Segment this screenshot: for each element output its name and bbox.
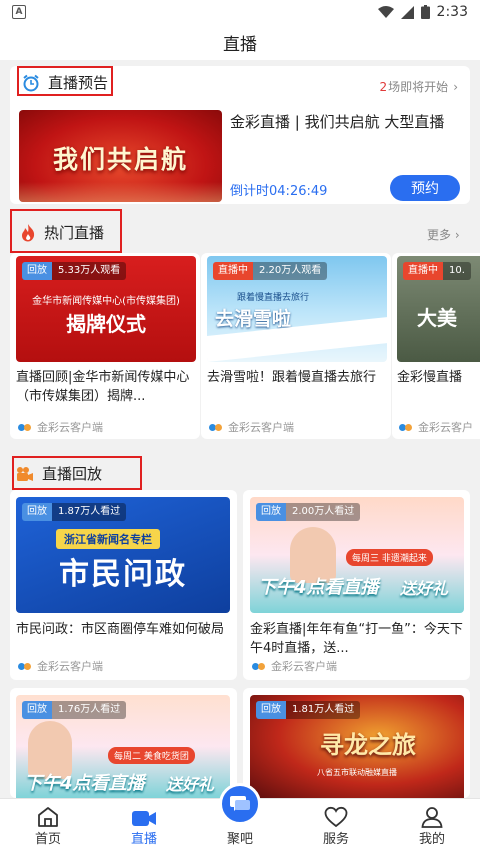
bottom-tab-bar: 首页 直播 聚吧 服务 我的 <box>0 783 480 853</box>
source-label: 金彩云客户端 <box>209 419 294 435</box>
tab-juba[interactable]: 聚吧 <box>192 783 288 853</box>
source-logo-icon <box>18 660 32 672</box>
hot-card-thumbnail: 回放 5.33万人观看 金华市新闻传媒中心(市传媒集团) 揭牌仪式 <box>16 256 196 362</box>
upcoming-count-label: 场即将开始 <box>388 80 449 94</box>
hot-card-caption: 直播回顾|金华市新闻传媒中心（市传媒集团）揭牌... <box>16 370 190 404</box>
status-badge: 回放 5.33万人观看 <box>22 262 127 280</box>
banner-subtitle: 每周三 非遗潮起来 <box>346 549 433 566</box>
banner-title: 大美 <box>417 306 457 330</box>
status-badge: 回放 2.00万人看过 <box>256 503 361 521</box>
source-logo-icon <box>399 421 413 433</box>
status-bar: A 2:33 <box>0 0 480 24</box>
banner-title: 市民问政 <box>59 557 187 592</box>
banner-gift: 送好礼 <box>400 579 449 598</box>
wifi-icon <box>377 5 394 18</box>
tab-label: 首页 <box>34 832 61 847</box>
status-badge: 回放 1.81万人看过 <box>256 701 361 719</box>
signal-icon <box>400 5 414 19</box>
status-badge: 直播中 2.20万人观看 <box>213 262 328 280</box>
source-label: 金彩云客户端 <box>18 419 103 435</box>
chevron-right-icon: › <box>453 79 458 94</box>
preview-thumbnail-text: 我们共启航 <box>52 145 188 174</box>
upcoming-count-link[interactable]: 2 场即将开始 › <box>380 78 458 95</box>
source-label: 金彩云客户端 <box>18 658 103 674</box>
preview-header: 直播预告 <box>22 72 108 93</box>
hot-section-title: 热门直播 <box>44 224 105 242</box>
preview-thumbnail[interactable]: 我们共启航 <box>19 110 222 202</box>
replay-card-thumbnail: 回放 2.00万人看过 每周三 非遗潮起来 下午4点看直播 送好礼 <box>250 497 464 613</box>
banner-title: 去滑雪啦 <box>215 308 292 330</box>
banner-subtitle: 跟着慢直播去旅行 <box>237 293 310 303</box>
replay-section-title: 直播回放 <box>42 465 103 483</box>
tab-service[interactable]: 服务 <box>288 799 384 853</box>
replay-card-thumbnail: 回放 1.76万人看过 每周二 美食吃货团 下午4点看直播 送好礼 <box>16 695 230 798</box>
reserve-button[interactable]: 预约 <box>390 175 460 201</box>
tab-live[interactable]: 直播 <box>96 799 192 853</box>
banner-title: 揭牌仪式 <box>66 312 146 336</box>
upcoming-count: 2 <box>379 79 388 94</box>
countdown-value: 04:26:49 <box>269 184 328 199</box>
hot-card-caption: 金彩慢直播 <box>397 370 463 385</box>
hot-card-thumbnail: 直播中 10. 大美 <box>397 256 480 362</box>
source-label: 金彩云客户 <box>399 419 473 435</box>
banner-title: 下午4点看直播 <box>24 773 145 794</box>
status-badge: 回放 1.87万人看过 <box>22 503 127 521</box>
app-notification-icon: A <box>12 5 26 19</box>
countdown: 倒计时04:26:49 <box>230 180 327 199</box>
page-header: 直播 <box>0 24 480 60</box>
source-logo-icon <box>252 660 266 672</box>
page-title: 直播 <box>223 34 257 55</box>
tab-label: 直播 <box>130 832 157 847</box>
banner-gift: 送好礼 <box>166 775 215 794</box>
replay-header: 直播回放 <box>16 463 102 484</box>
countdown-label: 倒计时 <box>230 184 270 199</box>
banner-subtitle: 浙江省新闻名专栏 <box>56 529 160 549</box>
hot-more-link[interactable]: 更多 › <box>427 226 460 243</box>
status-badge: 直播中 10. <box>403 262 471 280</box>
heart-icon <box>324 806 348 828</box>
flame-icon <box>22 224 35 242</box>
replay-card-thumbnail: 回放 1.87万人看过 浙江省新闻名专栏 市民问政 <box>16 497 230 613</box>
alarm-clock-icon <box>23 74 39 91</box>
hot-card-thumbnail: 直播中 2.20万人观看 跟着慢直播去旅行 去滑雪啦 <box>207 256 387 362</box>
source-logo-icon <box>209 421 223 433</box>
preview-section-title: 直播预告 <box>48 74 109 92</box>
banner-subtitle: 每周二 美食吃货团 <box>108 747 195 764</box>
tab-label: 聚吧 <box>226 832 253 847</box>
banner-title: 下午4点看直播 <box>258 577 379 598</box>
tab-mine[interactable]: 我的 <box>384 799 480 853</box>
video-camera-icon <box>17 466 33 481</box>
status-badge: 回放 1.76万人看过 <box>22 701 127 719</box>
tab-label: 我的 <box>418 832 445 847</box>
replay-card-caption: 金彩直播|年年有鱼“打一鱼”：今天下午4时直播，送... <box>250 622 463 656</box>
tab-label: 服务 <box>322 832 349 847</box>
chat-icon <box>219 783 261 825</box>
clock-time: 2:33 <box>436 4 468 20</box>
video-icon <box>132 811 156 826</box>
tab-home[interactable]: 首页 <box>0 799 96 853</box>
hot-card-caption: 去滑雪啦！跟着慢直播去旅行 <box>207 370 377 385</box>
banner-subtitle: 金华市新闻传媒中心(市传媒集团) <box>32 296 180 307</box>
replay-card-caption: 市民问政：市区商圈停车难如何破局 <box>16 622 225 637</box>
hot-header: 热门直播 <box>20 222 104 243</box>
preview-item-title[interactable]: 金彩直播 | 我们共启航 大型直播 <box>230 112 462 152</box>
home-icon <box>38 807 58 827</box>
source-label: 金彩云客户端 <box>252 658 337 674</box>
battery-icon <box>420 5 430 19</box>
banner-title: 寻龙之旅 <box>320 731 416 759</box>
replay-card-thumbnail: 回放 1.81万人看过 寻龙之旅 八省五市联动融媒直播 <box>250 695 464 798</box>
user-icon <box>421 807 443 828</box>
banner-subtitle: 八省五市联动融媒直播 <box>317 768 397 777</box>
source-logo-icon <box>18 421 32 433</box>
